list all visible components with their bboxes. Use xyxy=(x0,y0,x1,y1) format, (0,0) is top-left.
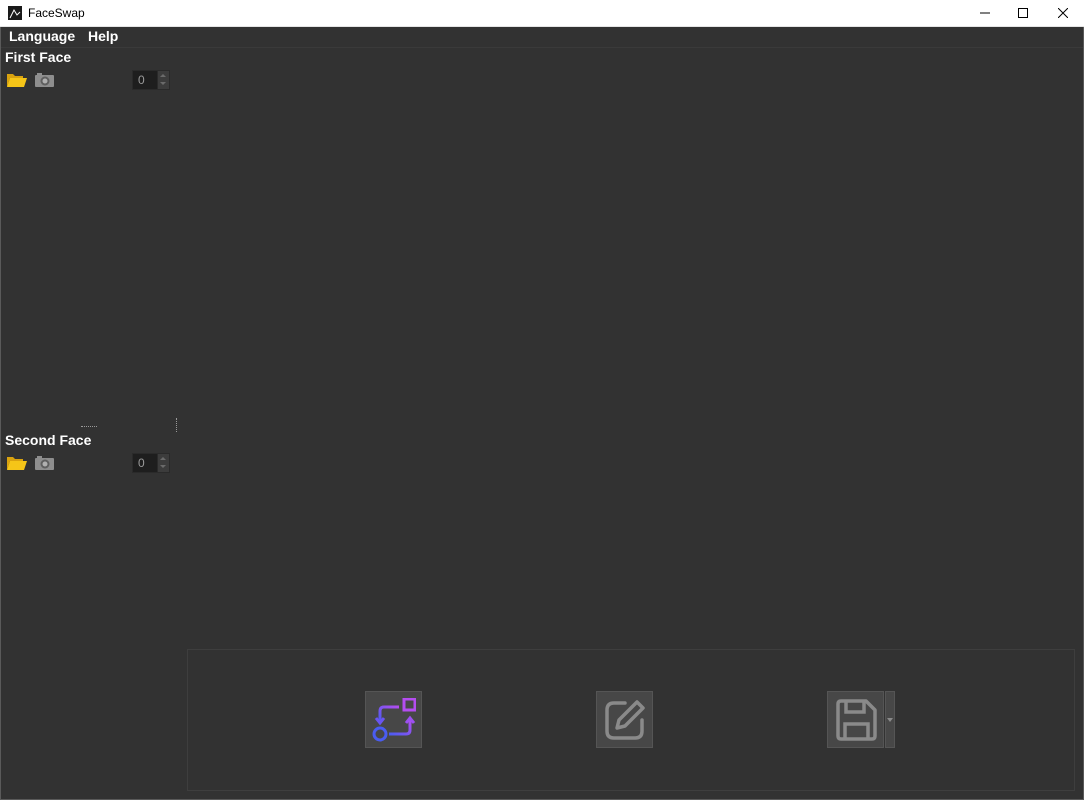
close-icon xyxy=(1058,8,1068,18)
menu-help[interactable]: Help xyxy=(88,28,118,44)
panel-splitter-handle[interactable] xyxy=(81,426,97,429)
chevron-down-icon xyxy=(887,718,893,722)
second-face-index-spinbox[interactable]: 0 xyxy=(132,453,170,473)
swap-faces-button[interactable] xyxy=(365,691,422,748)
menu-bar: Language Help xyxy=(1,27,1083,47)
edit-icon xyxy=(605,700,645,740)
camera-icon xyxy=(35,456,54,470)
camera-icon xyxy=(35,73,54,87)
save-icon xyxy=(836,699,877,741)
minimize-icon xyxy=(980,12,990,14)
first-face-camera-button[interactable] xyxy=(34,71,56,89)
first-face-open-button[interactable] xyxy=(6,71,28,89)
menu-divider xyxy=(1,47,1083,48)
spin-down-icon[interactable] xyxy=(160,82,166,85)
spin-down-icon[interactable] xyxy=(160,465,166,468)
window-border-left xyxy=(0,27,1,800)
panel-splitter-vertical-handle[interactable] xyxy=(176,418,179,432)
title-bar: FaceSwap xyxy=(0,0,1084,27)
swap-faces-icon xyxy=(372,698,416,742)
second-face-title: Second Face xyxy=(5,432,92,448)
first-face-index-value: 0 xyxy=(138,73,145,87)
menu-language[interactable]: Language xyxy=(9,28,75,44)
edit-button[interactable] xyxy=(596,691,653,748)
maximize-icon xyxy=(1018,8,1028,18)
second-face-open-button[interactable] xyxy=(6,454,28,472)
maximize-button[interactable] xyxy=(1003,0,1043,27)
first-face-index-spinbox[interactable]: 0 xyxy=(132,70,170,90)
window-title: FaceSwap xyxy=(28,6,85,20)
app-icon xyxy=(8,6,22,20)
first-face-title: First Face xyxy=(5,49,72,65)
second-face-spin-arrows[interactable] xyxy=(157,454,169,472)
first-face-spin-arrows[interactable] xyxy=(157,71,169,89)
spin-up-icon[interactable] xyxy=(160,74,166,77)
save-options-dropdown[interactable] xyxy=(885,691,895,748)
minimize-button[interactable] xyxy=(965,0,1005,27)
second-face-camera-button[interactable] xyxy=(34,454,56,472)
open-folder-icon xyxy=(7,74,27,87)
save-button[interactable] xyxy=(827,691,884,748)
second-face-index-value: 0 xyxy=(138,456,145,470)
close-button[interactable] xyxy=(1043,0,1083,27)
spin-up-icon[interactable] xyxy=(160,457,166,460)
open-folder-icon xyxy=(7,457,27,470)
